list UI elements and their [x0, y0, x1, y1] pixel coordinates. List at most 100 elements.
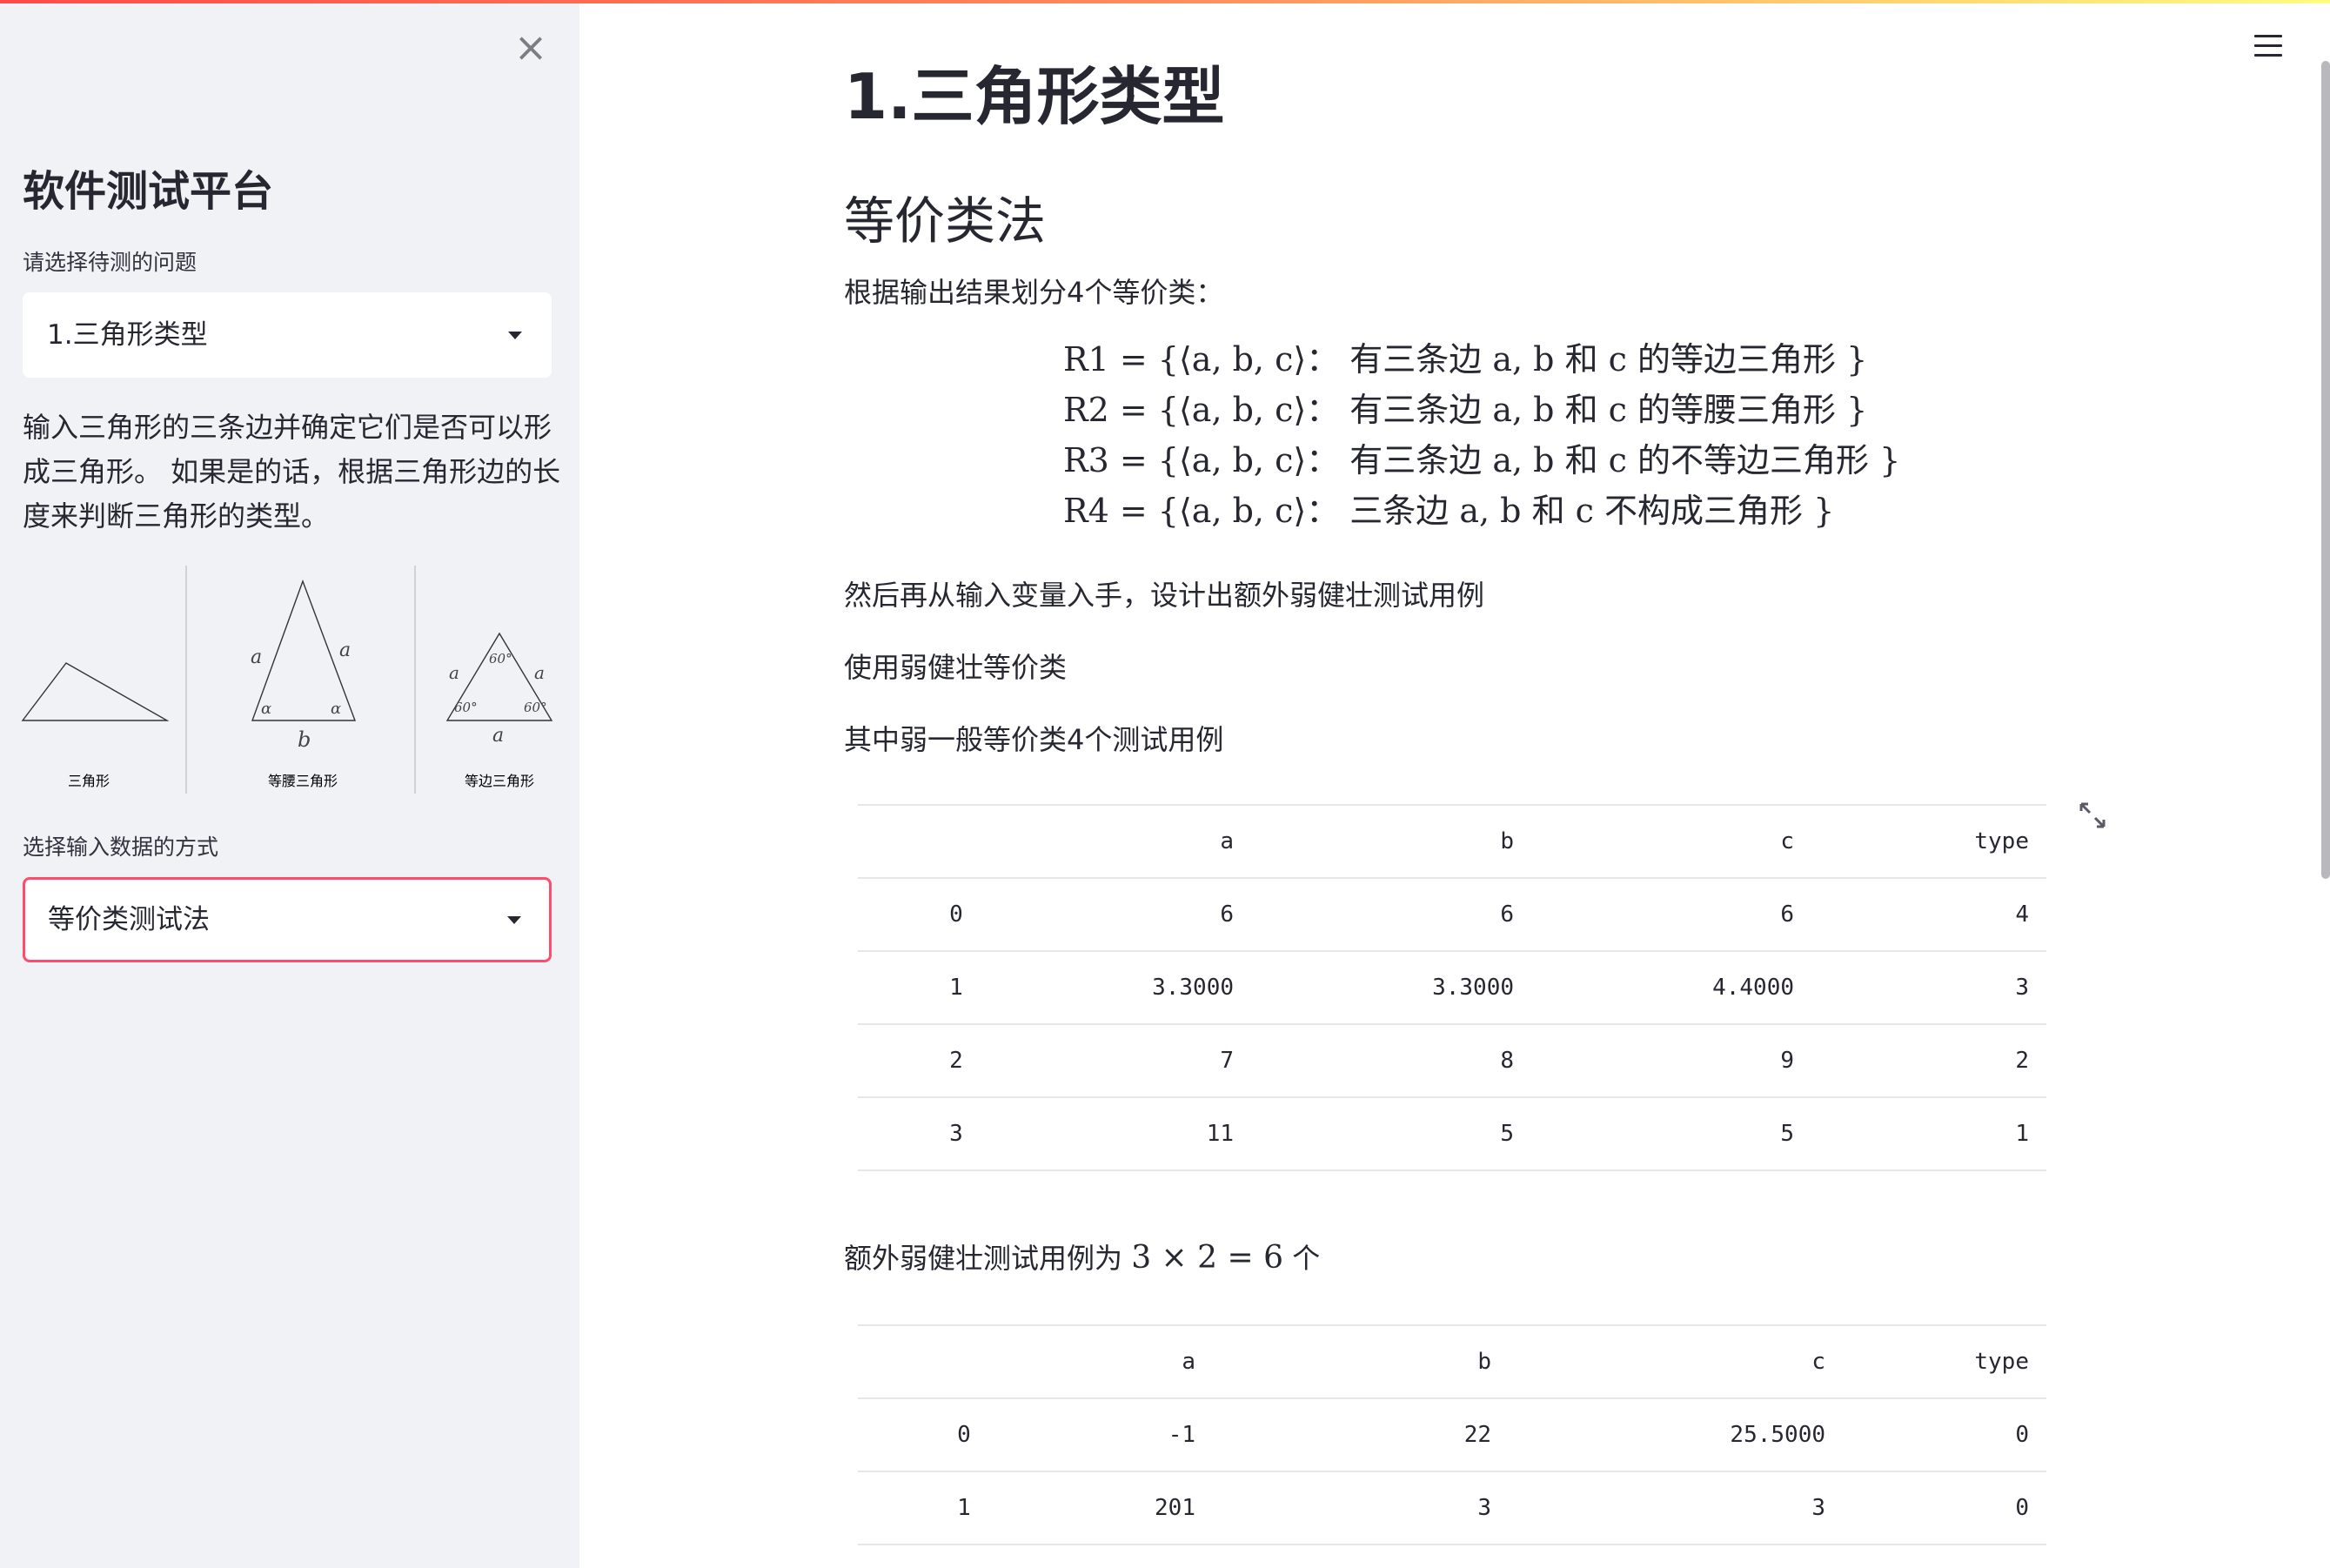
- table-header-cell: a: [1070, 1324, 1213, 1399]
- table-header-cell: [858, 1324, 1070, 1399]
- table-header-cell: b: [1251, 804, 1531, 879]
- problem-select-label: 请选择待测的问题: [23, 250, 198, 275]
- triangle-caption: 等边三角形: [464, 773, 534, 789]
- table-cell: 3: [1213, 1471, 1509, 1545]
- table-cell: 9: [1531, 1024, 1811, 1098]
- main-menu-button[interactable]: [2254, 35, 2282, 59]
- extra-cases-text: 额外弱健壮测试用例为 3 × 2 = 6 个: [844, 1239, 1320, 1277]
- angle-label: α: [331, 700, 341, 718]
- problem-select-value: 1.三角形类型: [47, 319, 208, 351]
- table-row: 1 3.3000 3.3000 4.4000 3: [858, 951, 2046, 1025]
- side-label: a: [449, 662, 459, 683]
- row-index: 1: [858, 951, 1055, 1025]
- vertical-scrollbar[interactable]: [2321, 61, 2330, 879]
- test-case-table-2[interactable]: a b c type 0 -1 22 25.5000 0 1 201 3 3 0: [858, 1324, 2046, 1545]
- table-cell: 4.4000: [1531, 951, 1811, 1025]
- row-index: 3: [858, 1097, 1055, 1171]
- extra-cases-prefix: 额外弱健壮测试用例为: [844, 1242, 1123, 1275]
- table-cell: 7: [1055, 1024, 1251, 1098]
- extra-cases-suffix: 个: [1292, 1242, 1321, 1275]
- weak-robust-text: 使用弱健壮等价类: [844, 651, 1068, 684]
- angle-label: 60°: [489, 651, 512, 667]
- table-cell: 0: [1843, 1398, 2046, 1472]
- equivalence-class-r1: R1 = {⟨a, b, c⟩： 有三条边 a, b 和 c 的等边三角形 }: [1063, 340, 1868, 379]
- equivalence-class-r2: R2 = {⟨a, b, c⟩： 有三条边 a, b 和 c 的等腰三角形 }: [1063, 391, 1868, 429]
- table-cell: 25.5000: [1509, 1398, 1843, 1472]
- table-header-row: a b c type: [858, 804, 2046, 879]
- caret-down-icon: [508, 332, 522, 339]
- table-cell: 8: [1251, 1024, 1531, 1098]
- table-cell: 6: [1531, 878, 1811, 952]
- triangle-image-equilateral: a a a 60° 60° 60°: [442, 566, 555, 792]
- section-title: 等价类法: [844, 191, 1047, 251]
- table-header-cell: [858, 804, 1055, 879]
- table-header-cell: type: [1843, 1324, 2046, 1399]
- robust-text: 然后再从输入变量入手，设计出额外弱健壮测试用例: [844, 579, 1485, 612]
- fullscreen-expand-icon[interactable]: [2078, 801, 2107, 830]
- table-cell: 4: [1811, 878, 2046, 952]
- table-header-cell: b: [1213, 1324, 1509, 1399]
- weak-normal-text: 其中弱一般等价类4个测试用例: [844, 723, 1224, 756]
- method-select-label: 选择输入数据的方式: [23, 834, 219, 860]
- table-cell: 3.3000: [1251, 951, 1531, 1025]
- triangle-caption: 三角形: [67, 773, 110, 789]
- table-cell: 5: [1251, 1097, 1531, 1171]
- table-row: 2 7 8 9 2: [858, 1024, 2046, 1098]
- method-select-value: 等价类测试法: [48, 904, 210, 935]
- divider: [185, 566, 187, 794]
- sidebar: × 软件测试平台 请选择待测的问题 1.三角形类型 输入三角形的三条边并确定它们…: [0, 0, 579, 1568]
- angle-label: 60°: [524, 700, 547, 715]
- table-cell: 201: [1070, 1471, 1213, 1545]
- table-cell: 6: [1055, 878, 1251, 952]
- table-cell: 0: [1843, 1471, 2046, 1545]
- divider: [414, 566, 416, 794]
- table-row: 0 6 6 6 4: [858, 878, 2046, 952]
- top-decoration-bar: [0, 0, 2330, 3]
- side-label: a: [339, 640, 351, 661]
- angle-label: 60°: [454, 700, 478, 715]
- triangle-image-isosceles: a a b α α: [235, 566, 374, 792]
- table-header-row: a b c type: [858, 1324, 2046, 1399]
- extra-cases-formula: 3 × 2 = 6: [1131, 1240, 1284, 1276]
- table-cell: 3: [1509, 1471, 1843, 1545]
- table-cell: 2: [1811, 1024, 2046, 1098]
- table-row: 3 11 5 5 1: [858, 1097, 2046, 1171]
- equivalence-class-r3: R3 = {⟨a, b, c⟩： 有三条边 a, b 和 c 的不等边三角形 }: [1063, 441, 1901, 479]
- close-icon: ×: [513, 23, 548, 70]
- table-row: 1 201 3 3 0: [858, 1471, 2046, 1545]
- intro-text: 根据输出结果划分4个等价类：: [844, 276, 1224, 309]
- table-cell: 3: [1811, 951, 2046, 1025]
- angle-label: α: [261, 700, 271, 718]
- row-index: 1: [858, 1471, 1070, 1545]
- triangle-image-scalene: [21, 566, 170, 792]
- equivalence-class-formulas: R1 = {⟨a, b, c⟩： 有三条边 a, b 和 c 的等边三角形 } …: [1063, 334, 1900, 536]
- caret-down-icon: [507, 916, 521, 924]
- triangle-caption: 等腰三角形: [267, 773, 338, 789]
- base-label: a: [492, 725, 504, 747]
- table-header-cell: c: [1531, 804, 1811, 879]
- problem-description: 输入三角形的三条边并确定它们是否可以形成三角形。 如果是的话，根据三角形边的长度…: [23, 411, 561, 533]
- table-header-cell: a: [1055, 804, 1251, 879]
- table-cell: 22: [1213, 1398, 1509, 1472]
- row-index: 0: [858, 878, 1055, 952]
- table-cell: -1: [1070, 1398, 1213, 1472]
- table-row: 0 -1 22 25.5000 0: [858, 1398, 2046, 1472]
- page-title: 1.三角形类型: [844, 60, 1225, 133]
- method-select[interactable]: 等价类测试法: [23, 877, 552, 962]
- table-cell: 11: [1055, 1097, 1251, 1171]
- close-sidebar-button[interactable]: ×: [510, 26, 552, 68]
- table-cell: 3.3000: [1055, 951, 1251, 1025]
- test-case-table-1[interactable]: a b c type 0 6 6 6 4 1 3.3000 3.3000 4.4…: [858, 804, 2046, 1171]
- side-label: a: [251, 647, 262, 668]
- problem-select[interactable]: 1.三角形类型: [23, 292, 552, 378]
- table-cell: 6: [1251, 878, 1531, 952]
- equivalence-class-r4: R4 = {⟨a, b, c⟩： 三条边 a, b 和 c 不构成三角形 }: [1063, 492, 1835, 530]
- table-header-cell: c: [1509, 1324, 1843, 1399]
- row-index: 0: [858, 1398, 1070, 1472]
- side-label: a: [534, 662, 545, 683]
- sidebar-title: 软件测试平台: [23, 167, 274, 216]
- table-header-cell: type: [1811, 804, 2046, 879]
- base-label: b: [298, 727, 311, 752]
- row-index: 2: [858, 1024, 1055, 1098]
- hamburger-menu-icon: [2254, 35, 2282, 57]
